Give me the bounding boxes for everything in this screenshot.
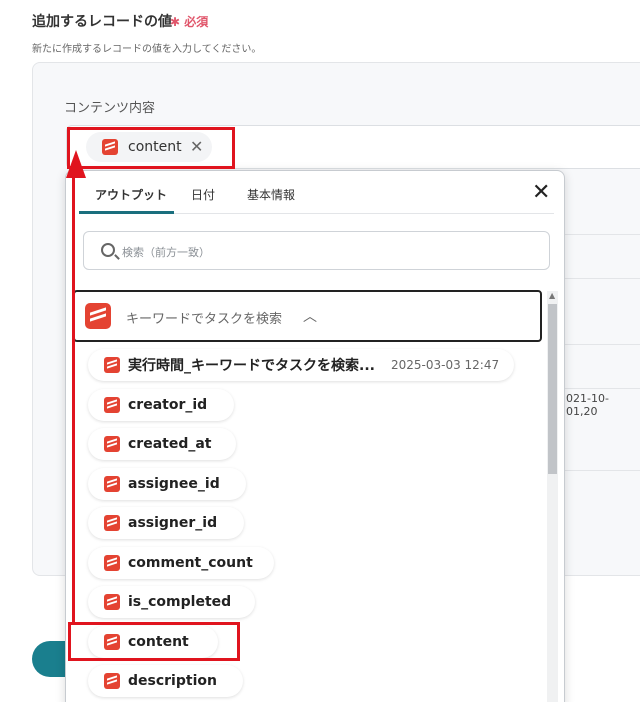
tab-bar: アウトプット 日付 基本情報 <box>66 171 564 214</box>
tab-active-indicator <box>79 211 174 214</box>
tab-basic-info[interactable]: 基本情報 <box>247 186 295 203</box>
item-label: created_at <box>128 436 212 452</box>
arrow-line <box>72 175 75 623</box>
output-group-header[interactable]: キーワードでタスクを検索 ︿ <box>73 290 542 342</box>
todoist-icon <box>104 594 120 610</box>
list-item[interactable]: assigner_id <box>88 507 244 539</box>
list-item[interactable]: description <box>88 665 243 697</box>
item-label: assignee_id <box>128 476 220 492</box>
tab-date[interactable]: 日付 <box>191 186 215 203</box>
item-label: 実行時間_キーワードでタスクを検索... <box>128 358 375 374</box>
list-item[interactable]: creator_id <box>88 389 234 421</box>
scrollbar[interactable]: ▲ <box>547 291 558 702</box>
section-description: 新たに作成するレコードの値を入力してください。 <box>32 44 262 55</box>
background-value: 021-10-01,20 <box>566 392 609 418</box>
item-label: creator_id <box>128 397 208 413</box>
todoist-icon <box>104 397 120 413</box>
field-label: コンテンツ内容 <box>64 101 156 116</box>
required-badge: ✱ 必須 <box>170 15 209 29</box>
background-field <box>560 344 640 386</box>
highlight-box-chip <box>67 127 235 169</box>
item-value: 2025-03-03 12:47 <box>390 358 500 372</box>
scrollbar-thumb[interactable] <box>548 304 557 474</box>
search-input[interactable]: 検索（前方一致） <box>83 231 550 270</box>
search-placeholder: 検索（前方一致） <box>122 246 210 259</box>
section-title: 追加するレコードの値 <box>32 14 172 30</box>
scroll-up-icon[interactable]: ▲ <box>549 291 555 300</box>
close-icon[interactable]: ✕ <box>532 182 550 204</box>
todoist-icon <box>104 357 120 373</box>
item-label: assigner_id <box>128 515 218 531</box>
todoist-icon <box>104 476 120 492</box>
chevron-up-icon: ︿ <box>303 309 317 325</box>
todoist-icon <box>104 673 120 689</box>
arrow-head-icon <box>66 150 86 178</box>
list-item[interactable]: 実行時間_キーワードでタスクを検索... 2025-03-03 12:47 <box>88 349 514 381</box>
list-item[interactable]: comment_count <box>88 547 274 579</box>
tab-output[interactable]: アウトプット <box>95 186 167 203</box>
group-label: キーワードでタスクを検索 <box>126 312 283 327</box>
item-label: comment_count <box>128 555 253 571</box>
todoist-icon <box>104 436 120 452</box>
list-item[interactable]: assignee_id <box>88 468 246 500</box>
todoist-icon <box>85 303 111 329</box>
todoist-icon <box>104 555 120 571</box>
background-field <box>560 470 640 512</box>
highlight-box-item <box>68 622 240 661</box>
item-label: description <box>128 673 217 689</box>
list-item[interactable]: created_at <box>88 428 236 460</box>
background-field <box>560 278 640 320</box>
list-item[interactable]: is_completed <box>88 586 255 618</box>
search-icon <box>101 243 115 257</box>
background-field <box>560 234 640 276</box>
item-label: is_completed <box>128 594 232 610</box>
todoist-icon <box>104 515 120 531</box>
